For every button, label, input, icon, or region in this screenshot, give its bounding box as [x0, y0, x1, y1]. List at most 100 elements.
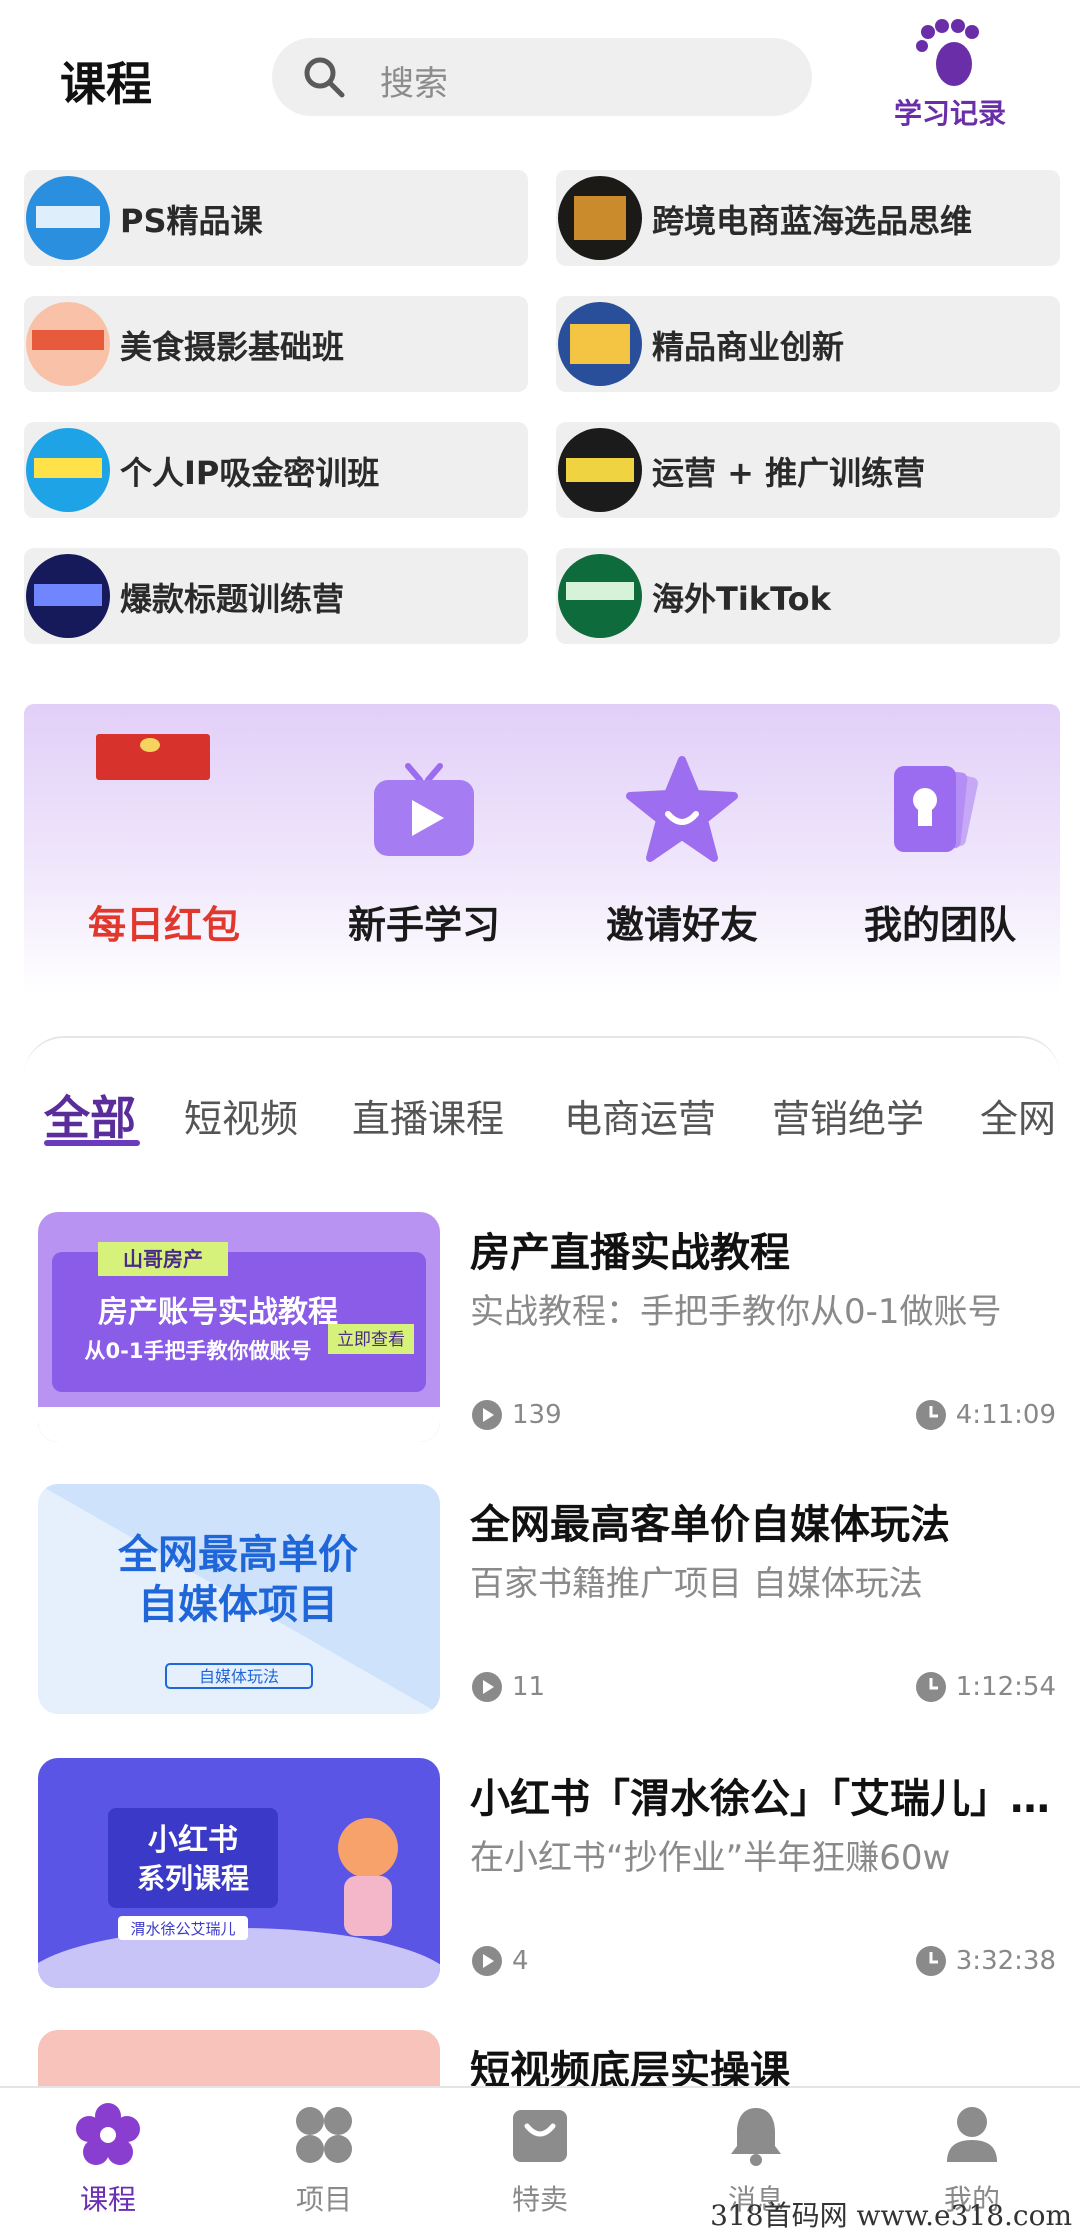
- category-thumbnail: [26, 176, 110, 260]
- study-record-label: 学习记录: [893, 97, 1006, 130]
- thumb-text: 自媒体项目: [138, 1582, 338, 1628]
- bell-icon: [731, 2108, 781, 2166]
- my-team-button[interactable]: 我的团队: [830, 724, 1050, 964]
- beginner-learning-button[interactable]: 新手学习: [314, 724, 534, 964]
- category-thumbnail: [558, 428, 642, 512]
- course-subtitle: 在小红书“抄作业”半年狂赚60w: [470, 1838, 951, 1878]
- play-count-value: 4: [512, 1946, 529, 1976]
- play-count-value: 139: [512, 1400, 562, 1430]
- play-count-value: 11: [512, 1672, 546, 1702]
- course-thumbnail: [38, 2030, 440, 2086]
- tab-marketing[interactable]: 营销绝学: [772, 1088, 924, 1143]
- team-cards-icon: [894, 766, 978, 852]
- category-label: 精品商业创新: [652, 328, 845, 366]
- nav-courses[interactable]: 课程: [38, 2102, 178, 2218]
- course-subtitle: 百家书籍推广项目 自媒体玩法: [470, 1564, 923, 1604]
- nav-projects[interactable]: 项目: [254, 2102, 394, 2218]
- clover-icon: [296, 2107, 352, 2163]
- quick-action-label: 我的团队: [863, 903, 1016, 947]
- category-item[interactable]: 个人IP吸金密训班: [24, 422, 528, 518]
- page-title: 课程: [60, 57, 152, 111]
- thumb-text: 房产账号实战教程: [98, 1295, 338, 1330]
- course-item[interactable]: 小红书 系列课程 渭水徐公艾瑞儿 小红书「渭水徐公」「艾瑞儿」系列课程 在小红书…: [38, 1758, 1060, 1988]
- play-icon: [472, 1400, 502, 1430]
- duration-value: 1:12:54: [955, 1672, 1056, 1702]
- tab-whole-network[interactable]: 全网: [980, 1088, 1056, 1143]
- tab-ecommerce[interactable]: 电商运营: [564, 1088, 716, 1143]
- quick-action-label: 新手学习: [347, 903, 500, 947]
- course-thumbnail: 小红书 系列课程 渭水徐公艾瑞儿: [38, 1758, 440, 1988]
- thumb-text: 自媒体玩法: [199, 1667, 279, 1686]
- tab-live-course[interactable]: 直播课程: [352, 1088, 504, 1143]
- duration-value: 3:32:38: [955, 1946, 1056, 1976]
- quick-action-label: 每日红包: [87, 903, 240, 947]
- duration-value: 4:11:09: [955, 1400, 1056, 1430]
- nav-sales[interactable]: 特卖: [470, 2102, 610, 2218]
- category-item[interactable]: 精品商业创新: [556, 296, 1060, 392]
- clock-icon: [915, 1946, 946, 1976]
- category-thumbnail: [558, 554, 642, 638]
- user-icon: [947, 2107, 997, 2162]
- course-thumbnail: 山哥房产 房产账号实战教程 从0-1手把手教你做账号 立即查看: [38, 1212, 440, 1442]
- category-label: PS精品课: [120, 202, 263, 240]
- category-thumbnail: [558, 176, 642, 260]
- thumb-text: 小红书: [148, 1823, 238, 1858]
- category-item[interactable]: PS精品课: [24, 170, 528, 266]
- course-title: 房产直播实战教程: [470, 1230, 790, 1276]
- course-item[interactable]: 山哥房产 房产账号实战教程 从0-1手把手教你做账号 立即查看 房产直播实战教程…: [38, 1212, 1056, 1442]
- course-item[interactable]: 短视频底层实操课: [38, 2030, 1056, 2086]
- course-title: 短视频底层实操课: [470, 2048, 790, 2086]
- nav-label: 特卖: [511, 2183, 568, 2216]
- flower-icon: [76, 2103, 140, 2165]
- play-icon: [472, 1672, 502, 1702]
- play-count: 4: [470, 1944, 529, 1978]
- tv-play-icon: [374, 763, 474, 856]
- thumb-text: 山哥房产: [123, 1247, 203, 1271]
- thumb-text: 渭水徐公艾瑞儿: [130, 1920, 235, 1938]
- tab-all[interactable]: 全部: [44, 1082, 136, 1148]
- study-record-button[interactable]: 学习记录: [880, 18, 1020, 138]
- course-item[interactable]: 全网最高单价 自媒体项目 自媒体玩法 全网最高客单价自媒体玩法 百家书籍推广项目…: [38, 1484, 1056, 1714]
- search-bar[interactable]: 搜索: [272, 38, 812, 116]
- star-icon: [626, 756, 738, 862]
- category-thumbnail: [26, 302, 110, 386]
- play-icon: [472, 1946, 502, 1976]
- search-icon: [304, 57, 345, 98]
- category-thumbnail: [558, 302, 642, 386]
- tab-card-edge: [24, 1036, 1060, 1076]
- course-subtitle: 实战教程：手把手教你从0-1做账号: [470, 1292, 1002, 1332]
- bottom-navigation: 课程 项目 特卖 消息 我的 318首码网 www.e318.com: [0, 2086, 1080, 2236]
- header: 课程 搜索 学习记录: [0, 0, 1080, 160]
- category-label: 运营 + 推广训练营: [652, 454, 926, 492]
- category-label: 爆款标题训练营: [120, 580, 345, 618]
- category-label: 个人IP吸金密训班: [120, 454, 380, 492]
- bag-icon: [513, 2110, 567, 2162]
- category-item[interactable]: 爆款标题训练营: [24, 548, 528, 644]
- clock-icon: [915, 1672, 946, 1702]
- nav-label: 课程: [79, 2183, 136, 2216]
- duration: 4:11:09: [914, 1398, 1056, 1432]
- clock-icon: [915, 1400, 946, 1430]
- category-label: 跨境电商蓝海选品思维: [652, 202, 973, 240]
- play-count: 11: [470, 1670, 545, 1704]
- nav-label: 项目: [295, 2183, 352, 2216]
- category-tabs: 全部 短视频 直播课程 电商运营 营销绝学 全网: [44, 1082, 1060, 1162]
- category-item[interactable]: 跨境电商蓝海选品思维: [556, 170, 1060, 266]
- category-thumbnail: [26, 428, 110, 512]
- duration: 1:12:54: [914, 1670, 1056, 1704]
- tab-short-video[interactable]: 短视频: [184, 1088, 298, 1143]
- play-count: 139: [470, 1398, 562, 1432]
- quick-action-label: 邀请好友: [605, 903, 758, 947]
- watermark-text: 318首码网 www.e318.com: [710, 2199, 1072, 2232]
- category-thumbnail: [26, 554, 110, 638]
- category-item[interactable]: 运营 + 推广训练营: [556, 422, 1060, 518]
- thumb-text: 从0-1手把手教你做账号: [85, 1339, 312, 1363]
- invite-friends-button[interactable]: 邀请好友: [572, 724, 792, 964]
- course-title: 全网最高客单价自媒体玩法: [470, 1502, 950, 1548]
- footprint-icon: [916, 19, 979, 86]
- category-label: 海外TikTok: [652, 580, 831, 618]
- course-title: 小红书「渭水徐公」「艾瑞儿」系列课程: [470, 1776, 1060, 1822]
- category-item[interactable]: 美食摄影基础班: [24, 296, 528, 392]
- search-placeholder: 搜索: [380, 64, 448, 104]
- category-item[interactable]: 海外TikTok: [556, 548, 1060, 644]
